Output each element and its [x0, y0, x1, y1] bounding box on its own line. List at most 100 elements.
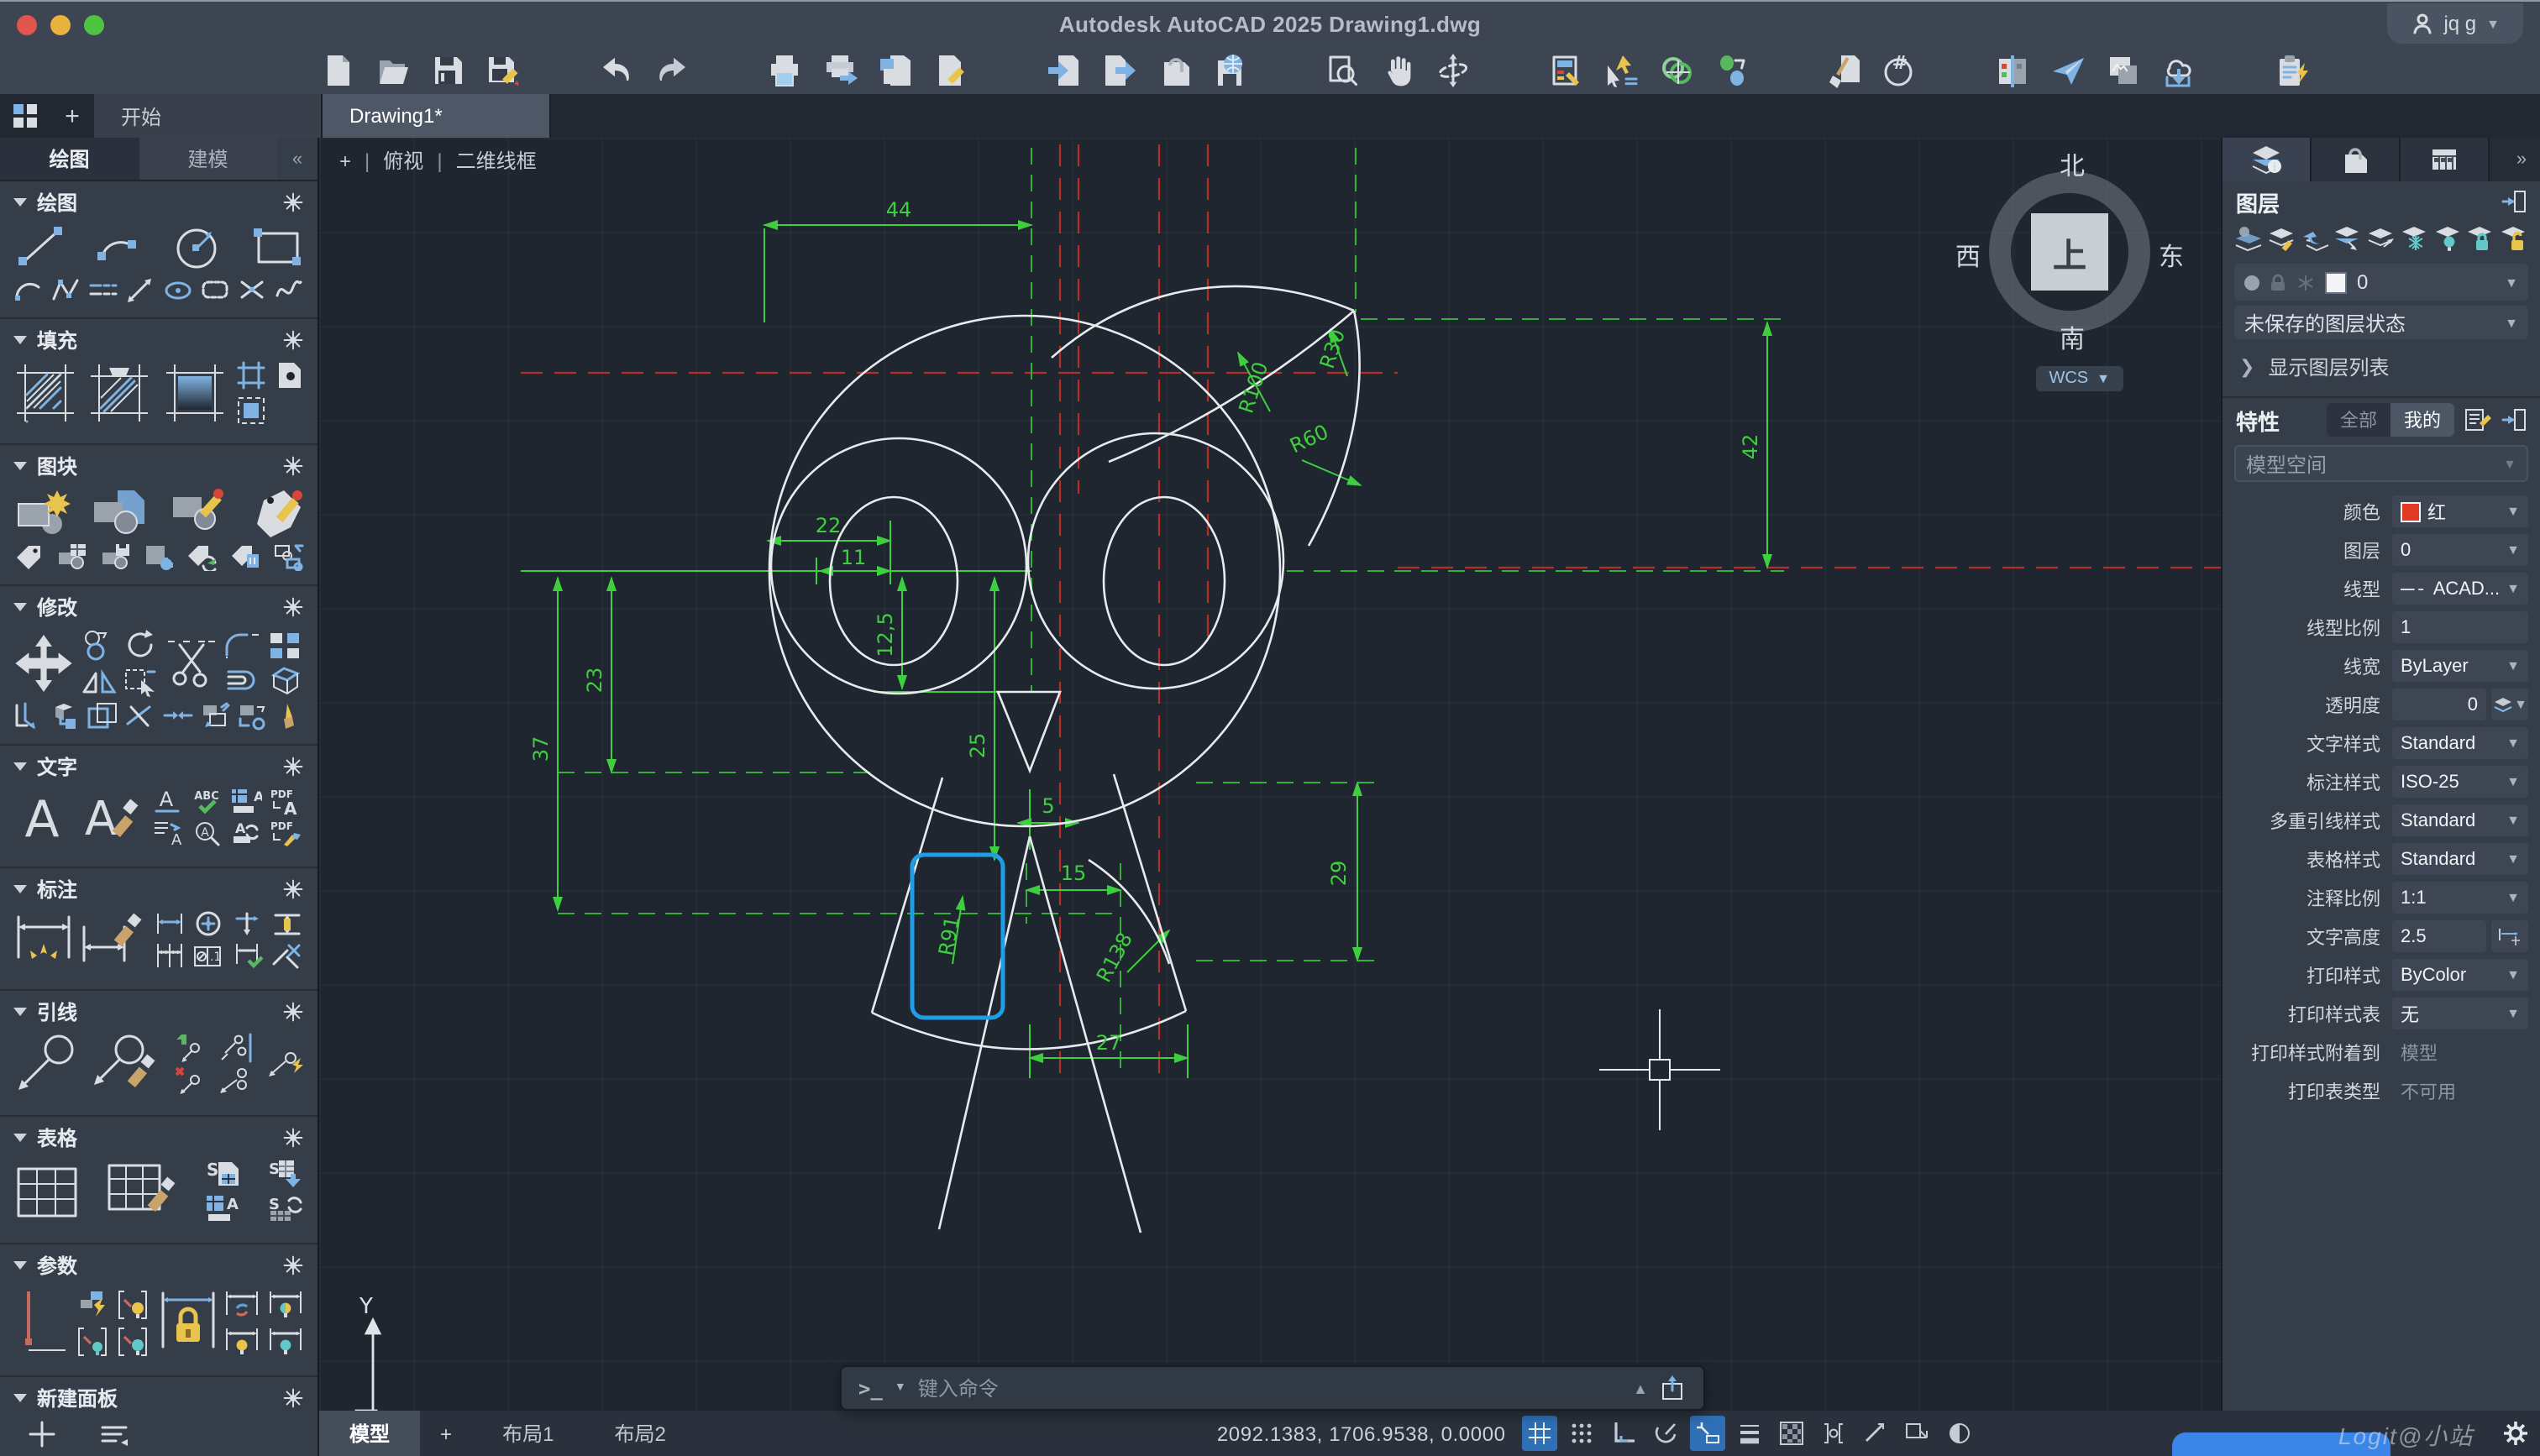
text-style-select[interactable]: Standard ▼ [2392, 727, 2528, 759]
lineweight-toggle[interactable] [1733, 1416, 1768, 1451]
geometric-constraint-tool[interactable] [13, 1286, 71, 1357]
share-button[interactable] [2049, 52, 2086, 89]
remove-leader-tool[interactable] [172, 1066, 206, 1097]
scale-tool[interactable] [88, 702, 118, 731]
tab-layout1[interactable]: 布局1 [472, 1411, 584, 1456]
tab-draw[interactable]: 绘图 [0, 138, 139, 180]
wcs-dropdown[interactable]: WCS ▼ [2035, 366, 2123, 391]
sync-attributes-tool[interactable] [187, 542, 218, 571]
save-as-button[interactable] [485, 52, 522, 89]
section-settings-icon[interactable] [282, 596, 304, 618]
show-layer-list-toggle[interactable]: ❯ 显示图层列表 [2222, 344, 2540, 390]
dim-constraint-bulb-tool[interactable] [223, 1327, 260, 1357]
spline-tool[interactable] [274, 275, 304, 304]
owl-geometry[interactable] [768, 285, 1361, 1233]
add-panel-button[interactable] [27, 1419, 57, 1449]
boundary-tool[interactable] [237, 361, 265, 390]
dimension-check-tool[interactable] [231, 942, 265, 971]
rotate-tool[interactable] [125, 628, 159, 662]
collapse-triangle-icon[interactable] [13, 603, 27, 611]
plot-export-button[interactable] [821, 52, 858, 89]
dimension-label-R60[interactable]: R60 [1286, 420, 1332, 458]
viewcube-west[interactable]: 西 [1955, 238, 1981, 274]
line-tool[interactable] [13, 223, 67, 270]
layer-freeze-button[interactable] [2401, 225, 2429, 252]
orbit-button[interactable] [1435, 52, 1472, 89]
plot-style-select[interactable]: ByColor ▼ [2392, 959, 2528, 991]
visual-style-control[interactable]: 二维线框 [456, 146, 537, 175]
hatch-tool[interactable] [13, 361, 77, 425]
revision-cloud-tool[interactable] [199, 275, 229, 304]
text-style-tool[interactable]: A [77, 789, 144, 846]
section-settings-icon[interactable] [282, 878, 304, 900]
layer-off-button[interactable] [2433, 225, 2462, 252]
find-text-tool[interactable]: A [191, 820, 223, 848]
dimension-label-12,5[interactable]: 12,5 [874, 612, 897, 657]
cell-style-tool[interactable]: A [205, 1194, 242, 1224]
mirror-tool[interactable] [81, 667, 118, 697]
filter-all-option[interactable]: 全部 [2327, 403, 2390, 437]
layer-match-button[interactable] [2268, 225, 2296, 252]
lineweight-select[interactable]: ByLayer ▼ [2392, 650, 2528, 682]
tag-tool[interactable] [13, 542, 44, 571]
isolate-objects-toggle[interactable] [1943, 1416, 1978, 1451]
pan-button[interactable] [1379, 52, 1416, 89]
color-select[interactable]: 红 ▼ [2392, 495, 2528, 527]
undo-button[interactable] [598, 52, 635, 89]
circle-tool[interactable] [171, 223, 225, 270]
layer-properties-button[interactable] [2234, 225, 2263, 252]
section-settings-icon[interactable] [282, 1254, 304, 1276]
tab-start[interactable]: 开始 [94, 94, 323, 138]
table-tool[interactable] [13, 1161, 81, 1222]
layer-previous-button[interactable] [2301, 225, 2329, 252]
replace-tool[interactable] [237, 702, 267, 731]
viewcube-north[interactable]: 北 [2060, 148, 2085, 183]
constraint-bulb-teal-tool[interactable] [118, 1327, 152, 1357]
dim-constraint-bulb-teal3-tool[interactable] [267, 1327, 304, 1357]
collapse-triangle-icon[interactable] [13, 1261, 27, 1270]
hatch-edit-tool[interactable] [88, 361, 152, 425]
transparency-picker-button[interactable]: ▼ [2491, 689, 2528, 720]
table-sync-tool[interactable]: S [267, 1194, 304, 1224]
dimension-style-tool[interactable] [80, 914, 147, 967]
tab-layout2[interactable]: 布局2 [584, 1411, 695, 1456]
extrude-box-tool[interactable] [267, 665, 304, 695]
ordinate-dimension-tool[interactable] [231, 910, 265, 939]
table-style-tool[interactable] [106, 1161, 180, 1222]
join-arrows-tool[interactable] [162, 702, 192, 731]
arc-tool[interactable] [92, 223, 146, 270]
dimension-label-42[interactable]: 42 [1739, 434, 1762, 460]
linetype-scale-input[interactable]: 1 [2392, 611, 2528, 643]
dimension-label-11[interactable]: 11 [841, 546, 867, 569]
dynamic-input-toggle[interactable] [1690, 1416, 1726, 1451]
filter-mine-option[interactable]: 我的 [2390, 403, 2454, 437]
layer-unlock-button[interactable] [2500, 225, 2528, 252]
single-text-tool[interactable]: A [152, 788, 184, 816]
layer-on-icon[interactable] [2244, 275, 2259, 290]
tab-drawing1[interactable]: Drawing1* [323, 94, 551, 138]
model-space-canvas[interactable]: + | 俯视 | 二维线框 上 北 南 西 东 WCS ▼ 44 22 11 1… [319, 138, 2221, 1411]
measure-tool[interactable] [125, 275, 155, 304]
stretch-tool[interactable] [125, 667, 159, 697]
linetype-select[interactable]: ACAD... ▼ [2392, 573, 2528, 605]
constraint-bulb-tool[interactable] [118, 1290, 152, 1320]
zoom-window-button[interactable] [1324, 52, 1361, 89]
table-export-tool[interactable]: S [267, 1159, 304, 1189]
chevron-down-icon[interactable]: ▼ [895, 1382, 906, 1394]
workspace-settings-button[interactable] [2501, 1419, 2530, 1448]
viewcube-east[interactable]: 东 [2159, 238, 2184, 274]
purge-button[interactable] [1826, 52, 1863, 89]
move-tool[interactable] [13, 632, 74, 693]
hatch-small-tool[interactable] [237, 396, 265, 425]
layer-unisolate-button[interactable] [2367, 225, 2396, 252]
leader-lightning-tool[interactable] [264, 1050, 304, 1080]
align-leaders-tool[interactable] [217, 1033, 254, 1063]
panel-list-button[interactable] [97, 1419, 131, 1449]
mleader-style-select[interactable]: Standard ▼ [2392, 804, 2528, 836]
fillet-tool[interactable] [223, 631, 260, 660]
selection-type-dropdown[interactable]: 模型空间 ▼ [2234, 445, 2528, 482]
layer-freeze-state-icon[interactable] [2296, 273, 2315, 291]
brush-tool[interactable] [274, 702, 304, 731]
section-settings-icon[interactable] [282, 756, 304, 778]
count-button[interactable]: # [1881, 52, 1918, 89]
